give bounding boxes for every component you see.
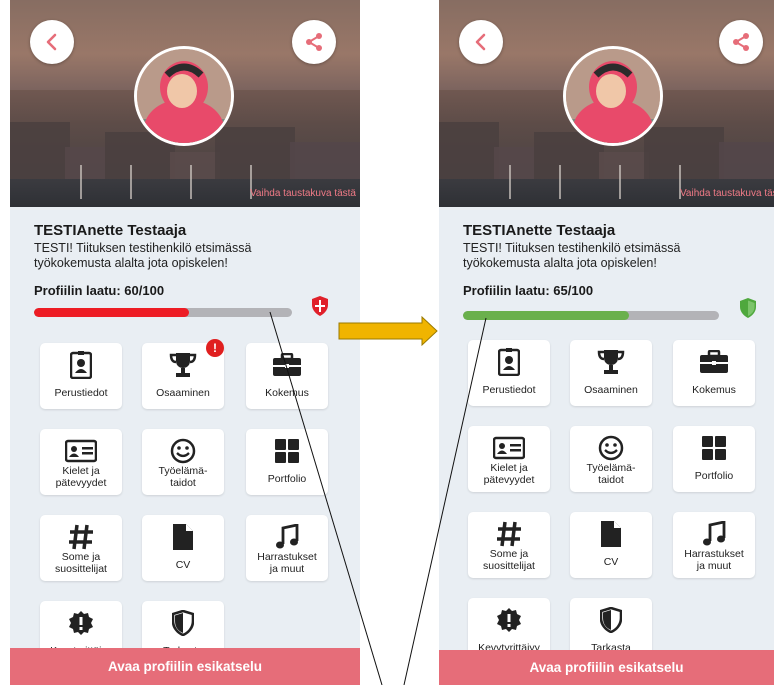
annotation-lines [269,311,487,685]
